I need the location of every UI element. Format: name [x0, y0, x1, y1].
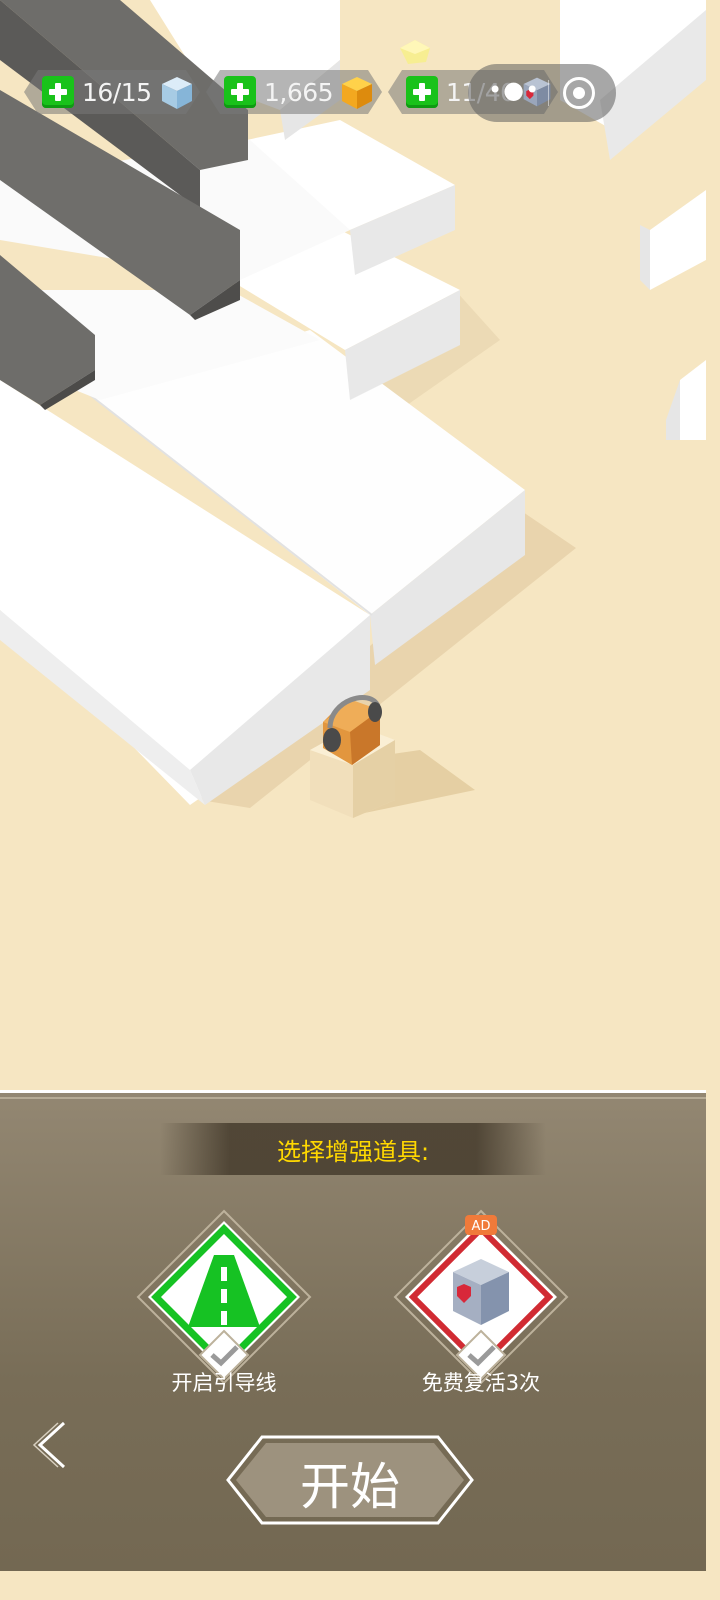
start-button[interactable]: 开始 [226, 1435, 474, 1525]
ice-count: 16/15 [82, 77, 152, 107]
ice-counter: 16/15 [24, 70, 200, 114]
capsule-divider [548, 80, 549, 106]
mini-program-menu: •●• [468, 64, 616, 122]
add-heart-cube-button[interactable] [406, 76, 438, 108]
start-button-label: 开始 [300, 1458, 400, 1516]
back-arrow-icon[interactable] [30, 1415, 74, 1475]
gold-cube-icon [338, 74, 376, 112]
powerup-free-revive[interactable]: AD [391, 1203, 571, 1393]
game-scene [0, 0, 706, 1090]
add-ice-button[interactable] [42, 76, 74, 108]
powerup-title-banner: 选择增强道具: [160, 1123, 546, 1175]
powerup-free-revive-label: 免费复活3次 [421, 1371, 541, 1395]
powerup-guide-line-label: 开启引导线 [171, 1371, 277, 1395]
ad-badge-text: AD [472, 1219, 491, 1234]
more-options-button[interactable]: •●• [488, 76, 540, 104]
coin-count: 1,665 [264, 77, 334, 107]
ice-cube-icon [158, 74, 196, 112]
powerup-panel: 选择增强道具: 开启引导线 AD 免费复活3次 开始 [0, 1090, 706, 1571]
powerup-guide-line[interactable] [134, 1203, 314, 1393]
powerup-title: 选择增强道具: [276, 1137, 430, 1166]
close-target-button[interactable] [563, 77, 595, 109]
ad-badge: AD [465, 1215, 497, 1235]
heart-cube-icon [453, 1259, 509, 1325]
coin-counter: 1,665 [206, 70, 382, 114]
add-coins-button[interactable] [224, 76, 256, 108]
